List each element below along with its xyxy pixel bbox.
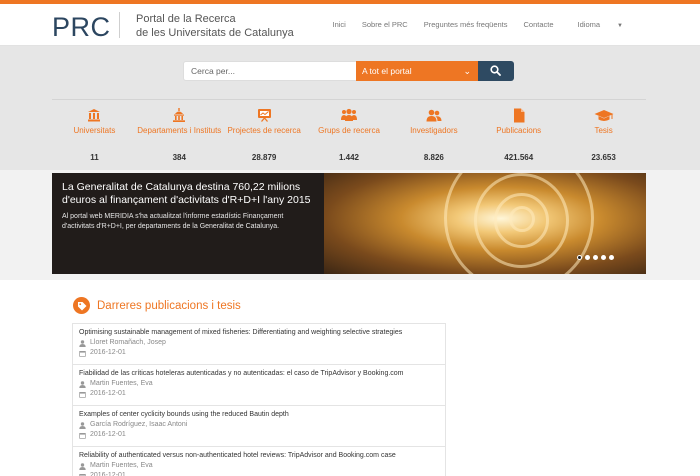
stat-label: Departaments i Instituts [137, 126, 222, 135]
nav-idioma-label: Idioma [577, 20, 601, 29]
search-scope-value: A tot el portal [362, 66, 412, 76]
search-icon [490, 65, 501, 76]
prc-logo[interactable]: PRC [52, 12, 111, 43]
department-icon [137, 106, 222, 124]
news-carousel[interactable]: La Generalitat de Catalunya destina 760,… [52, 173, 646, 274]
stat-count: 421.564 [504, 153, 534, 162]
date-value: 2016-12-01 [90, 390, 126, 397]
carousel-indicators [577, 255, 614, 260]
date-value: 2016-12-01 [90, 472, 126, 476]
search-bar: Cerca per... A tot el portal ⌄ [183, 61, 514, 81]
caret-down-icon: ▼ [617, 23, 623, 29]
nav-faq[interactable]: Preguntes més freqüents [416, 20, 516, 29]
stat-count: 384 [172, 153, 186, 162]
section-header: Darreres publicacions i tesis [73, 297, 241, 314]
search-input[interactable]: Cerca per... [183, 61, 356, 81]
list-item[interactable]: Fiabilidad de las críticas hoteleras aut… [72, 364, 446, 405]
publication-date: 2016-12-01 [79, 430, 439, 440]
stat-label: Publicacions [496, 126, 542, 135]
search-scope-select[interactable]: A tot el portal ⌄ [356, 61, 478, 81]
site-header: PRC Portal de la Recerca de les Universi… [0, 4, 700, 46]
carousel-dot[interactable] [593, 255, 598, 260]
publication-date: 2016-12-01 [79, 348, 439, 358]
carousel-title[interactable]: La Generalitat de Catalunya destina 760,… [62, 181, 314, 206]
stat-grups[interactable]: Grups de recerca 1.442 [307, 100, 392, 165]
stat-label: Grups de recerca [318, 126, 380, 135]
stat-universitats[interactable]: Universitats 11 [52, 100, 137, 165]
hero-area: Cerca per... A tot el portal ⌄ Universit… [0, 46, 700, 170]
projects-icon [222, 106, 307, 124]
carousel-dot[interactable] [609, 255, 614, 260]
calendar-icon [79, 391, 86, 398]
publication-author: Martin Fuentes, Eva [79, 461, 439, 471]
publications-list: Optimising sustainable management of mix… [72, 323, 446, 476]
user-icon [79, 421, 86, 429]
publication-title[interactable]: Examples of center cyclicity bounds usin… [79, 410, 439, 420]
calendar-icon [79, 432, 86, 439]
nav-idioma[interactable]: Idioma ▼ [562, 20, 639, 29]
stat-tesis[interactable]: Tesis 23.653 [561, 100, 646, 165]
publication-title[interactable]: Fiabilidad de las críticas hoteleras aut… [79, 369, 439, 379]
publication-title[interactable]: Reliability of authenticated versus non-… [79, 451, 439, 461]
stat-count: 11 [90, 153, 99, 162]
calendar-icon [79, 473, 86, 476]
tag-icon [73, 297, 90, 314]
nav-contacte[interactable]: Contacte [516, 20, 562, 29]
stat-label: Universitats [73, 126, 116, 135]
logo-divider [119, 12, 120, 38]
carousel-dot[interactable] [585, 255, 590, 260]
list-item[interactable]: Examples of center cyclicity bounds usin… [72, 405, 446, 446]
stat-count: 28.879 [251, 153, 277, 162]
groups-icon [307, 106, 392, 124]
carousel-dot[interactable] [601, 255, 606, 260]
stat-publicacions[interactable]: Publicacions 421.564 [476, 100, 561, 165]
stat-investigadors[interactable]: Investigadors 8.826 [391, 100, 476, 165]
author-name[interactable]: García Rodríguez, Isaac Antoni [90, 420, 187, 430]
carousel-subtitle: Al portal web MERIDIA s'ha actualitzat l… [62, 213, 284, 230]
researchers-icon [391, 106, 476, 124]
stat-label: Projectes de recerca [227, 126, 301, 135]
author-name[interactable]: Lloret Romañach, Josep [90, 338, 166, 348]
user-icon [79, 462, 86, 470]
search-button[interactable] [478, 61, 514, 81]
publication-date: 2016-12-01 [79, 389, 439, 399]
stat-projectes[interactable]: Projectes de recerca 28.879 [222, 100, 307, 165]
user-icon [79, 380, 86, 388]
calendar-icon [79, 350, 86, 357]
publications-icon [476, 106, 561, 124]
section-title: Darreres publicacions i tesis [97, 299, 241, 312]
user-icon [79, 339, 86, 347]
stat-departaments[interactable]: Departaments i Instituts 384 [137, 100, 222, 165]
graduation-cap-icon [561, 106, 646, 124]
carousel-dot[interactable] [577, 255, 582, 260]
date-value: 2016-12-01 [90, 349, 126, 356]
nav-sobre[interactable]: Sobre el PRC [354, 20, 416, 29]
stat-count: 1.442 [338, 153, 360, 162]
shell-spiral [509, 206, 535, 232]
stat-count: 8.826 [423, 153, 444, 162]
university-icon [52, 106, 137, 124]
publication-title[interactable]: Optimising sustainable management of mix… [79, 328, 439, 338]
publication-author: Martin Fuentes, Eva [79, 379, 439, 389]
list-item[interactable]: Reliability of authenticated versus non-… [72, 446, 446, 476]
portal-name-line2: de les Universitats de Catalunya [136, 26, 294, 39]
publication-date: 2016-12-01 [79, 471, 439, 476]
latest-publications-section: Darreres publicacions i tesis Optimising… [0, 280, 700, 476]
portal-name-line1: Portal de la Recerca [136, 13, 236, 25]
main-nav: Inici Sobre el PRC Preguntes més freqüen… [325, 20, 640, 29]
stat-label: Tesis [594, 126, 613, 135]
publication-author: García Rodríguez, Isaac Antoni [79, 420, 439, 430]
author-name[interactable]: Martin Fuentes, Eva [90, 379, 153, 389]
list-item[interactable]: Optimising sustainable management of mix… [72, 323, 446, 364]
stat-count: 23.653 [591, 153, 616, 162]
author-name[interactable]: Martin Fuentes, Eva [90, 461, 153, 471]
date-value: 2016-12-01 [90, 431, 126, 438]
stat-label: Investigadors [410, 126, 458, 135]
chevron-down-icon: ⌄ [463, 66, 471, 76]
carousel-caption: La Generalitat de Catalunya destina 760,… [52, 173, 324, 274]
publication-author: Lloret Romañach, Josep [79, 338, 439, 348]
portal-name[interactable]: Portal de la Recerca de les Universitats… [136, 13, 294, 40]
stats-row: Universitats 11 Departaments i Instituts… [52, 99, 646, 165]
nav-inici[interactable]: Inici [325, 20, 354, 29]
